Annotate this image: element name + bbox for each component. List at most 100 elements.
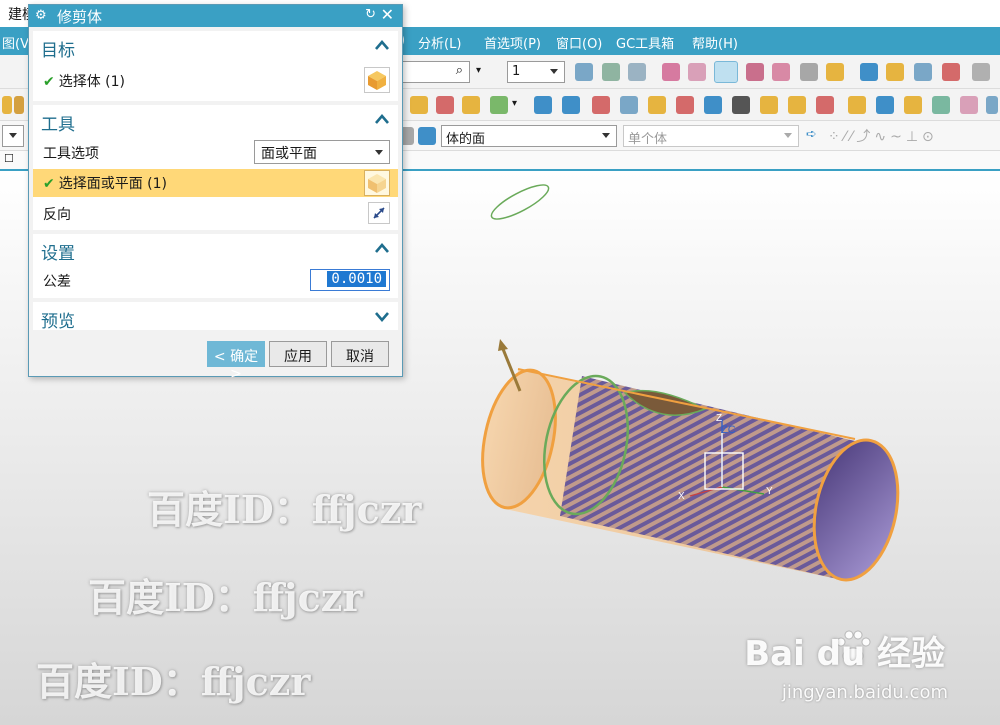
snap-point-icon[interactable] <box>662 63 680 81</box>
menu-analysis[interactable]: 分析(L) <box>418 33 461 52</box>
section-target-header[interactable]: 目标 <box>33 31 398 61</box>
menu-help[interactable]: 帮助(H) <box>692 33 738 52</box>
constraint-icon[interactable] <box>942 63 960 81</box>
snap-mid-icon[interactable] <box>714 61 738 83</box>
select-body-label-wrap: ✔ 选择体 (1) <box>43 71 125 91</box>
axis-label-x: X <box>678 491 685 502</box>
cylinder-icon[interactable] <box>876 96 894 114</box>
blend-icon[interactable] <box>816 96 834 114</box>
sew-icon[interactable] <box>592 96 610 114</box>
section-settings-header[interactable]: 设置 <box>33 234 398 264</box>
menu-gc-toolbox[interactable]: GC工具箱 <box>616 33 674 52</box>
select-body-label: 选择体 (1) <box>58 74 126 90</box>
section-preview-header[interactable]: 预览 <box>33 302 398 332</box>
chevron-down-icon[interactable] <box>374 309 390 323</box>
select-face-label-wrap: ✔ 选择面或平面 (1) <box>43 173 167 193</box>
section-tool-header[interactable]: 工具 <box>33 105 398 135</box>
block-icon[interactable] <box>848 96 866 114</box>
watermark: 百度ID：ffjczr <box>147 487 422 532</box>
face-rule-value: 体的面 <box>446 132 486 147</box>
dimension-icon[interactable] <box>972 63 990 81</box>
direction-arrow-head <box>498 339 508 351</box>
section-preview-label: 预览 <box>41 312 75 332</box>
section-target: 目标 ✔ 选择体 (1) <box>33 31 398 101</box>
split-icon[interactable] <box>676 96 694 114</box>
command-finder-input[interactable]: ⌕ <box>398 61 470 83</box>
apply-button[interactable]: 应用 <box>269 341 327 367</box>
reverse-label: 反向 <box>43 207 71 223</box>
tool-option-value: 面或平面 <box>261 146 317 162</box>
face-rule-select[interactable]: 体的面 <box>441 125 617 147</box>
cone-icon[interactable] <box>904 96 922 114</box>
ok-button[interactable]: < 确定 > <box>207 341 265 382</box>
feature-icon[interactable] <box>14 96 24 114</box>
part-nav-icon[interactable]: ☐ <box>4 152 14 165</box>
dialog-title: 修剪体 <box>57 8 103 26</box>
select-body-button[interactable] <box>364 67 390 93</box>
assembly-icon[interactable] <box>886 63 904 81</box>
pattern-array-icon[interactable] <box>436 96 454 114</box>
snap-end-icon[interactable] <box>688 63 706 81</box>
tool-option-row: 工具选项 面或平面 <box>33 139 398 165</box>
menu-window[interactable]: 窗口(O) <box>556 33 602 52</box>
tool-option-select[interactable]: 面或平面 <box>254 140 390 164</box>
chevron-down-icon[interactable]: ▾ <box>476 65 481 76</box>
motion-icon[interactable] <box>860 63 878 81</box>
dialog-header: ⚙ 修剪体 ↻ ✕ <box>29 5 402 27</box>
face-filter-icon[interactable] <box>418 127 436 145</box>
snap-intersect-icon[interactable] <box>772 63 790 81</box>
snap-options-icon[interactable]: ⁘⁄⁄⤴∿~⊥⊙ <box>828 126 938 146</box>
delete-body-icon[interactable] <box>732 96 750 114</box>
copy-layer-icon[interactable] <box>628 63 646 81</box>
watermark: 百度ID：ffjczr <box>88 575 363 620</box>
offset-icon[interactable] <box>562 96 580 114</box>
gear-icon[interactable]: ⚙ <box>35 8 47 23</box>
chevron-up-icon[interactable] <box>374 112 390 126</box>
axis-label-z: Z <box>716 413 722 424</box>
combine-icon[interactable] <box>462 96 480 114</box>
cube-icon <box>368 71 386 90</box>
reset-icon[interactable]: ↻ <box>365 7 376 22</box>
menu-preferences[interactable]: 首选项(P) <box>484 33 541 52</box>
close-icon[interactable]: ✕ <box>381 5 394 24</box>
layer-select-value: 1 <box>512 64 521 79</box>
extend-icon[interactable] <box>648 96 666 114</box>
pipe-body[interactable] <box>471 363 910 587</box>
boss-icon[interactable] <box>986 96 998 114</box>
datum-icon[interactable] <box>490 96 508 114</box>
component-icon[interactable] <box>914 63 932 81</box>
wrench-icon[interactable] <box>800 63 818 81</box>
reverse-direction-button[interactable] <box>368 202 390 224</box>
tool-face-outline[interactable] <box>488 179 553 225</box>
paint-icon[interactable] <box>826 63 844 81</box>
chevron-up-icon[interactable] <box>374 241 390 255</box>
trim-sheet-icon[interactable] <box>620 96 638 114</box>
thicken-icon[interactable] <box>704 96 722 114</box>
cancel-button[interactable]: 取消 <box>331 341 389 367</box>
extract-icon[interactable] <box>534 96 552 114</box>
layer-select[interactable]: 1 <box>507 61 565 83</box>
select-face-row[interactable]: ✔ 选择面或平面 (1) <box>33 169 398 197</box>
pattern-icon[interactable] <box>410 96 428 114</box>
shell-icon[interactable] <box>760 96 778 114</box>
arrow-right-icon[interactable]: ➪ <box>806 127 817 142</box>
tolerance-label: 公差 <box>43 274 71 290</box>
axis-label-zc: ZC <box>721 424 736 436</box>
tool-option-label: 工具选项 <box>43 146 99 162</box>
chevron-down-icon[interactable]: ▾ <box>512 98 517 109</box>
move-layer-icon[interactable] <box>602 63 620 81</box>
type-filter-select[interactable] <box>2 125 24 147</box>
scope-select[interactable]: 单个体 <box>623 125 799 147</box>
tolerance-input[interactable]: 0.0010 <box>310 269 390 291</box>
select-face-button[interactable] <box>364 170 390 196</box>
select-body-row[interactable]: ✔ 选择体 (1) <box>33 67 398 93</box>
check-icon: ✔ <box>43 176 55 192</box>
sphere-icon[interactable] <box>932 96 950 114</box>
layer-settings-icon[interactable] <box>575 63 593 81</box>
pad-icon[interactable] <box>960 96 978 114</box>
snap-control-icon[interactable] <box>746 63 764 81</box>
watermark: 百度ID：ffjczr <box>36 659 311 704</box>
draft-icon[interactable] <box>788 96 806 114</box>
chevron-up-icon[interactable] <box>374 38 390 52</box>
feature-icon[interactable] <box>2 96 12 114</box>
